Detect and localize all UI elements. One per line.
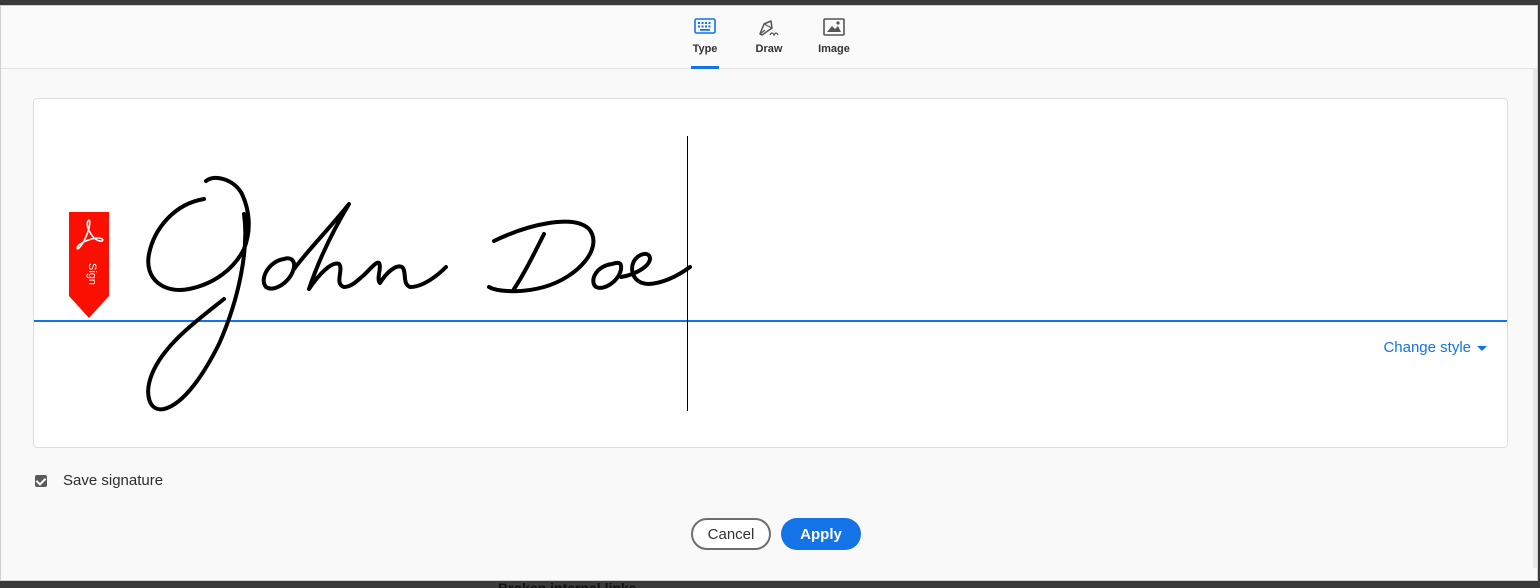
pen-icon <box>757 18 781 43</box>
change-style-label: Change style <box>1383 339 1471 356</box>
tab-type[interactable]: Type <box>691 6 719 69</box>
tab-image-label: Image <box>818 43 850 55</box>
apply-button[interactable]: Apply <box>781 518 861 550</box>
scrollbar[interactable] <box>1533 68 1537 568</box>
change-style-dropdown[interactable]: Change style <box>1383 339 1487 356</box>
save-signature-row[interactable]: Save signature <box>35 472 163 489</box>
signature-mode-tabs: Type Draw Image <box>1 6 1537 69</box>
save-signature-label: Save signature <box>63 472 164 489</box>
tab-image[interactable]: Image <box>815 6 853 68</box>
text-cursor <box>687 136 688 411</box>
background-text-peek: Broken internal links <box>498 580 637 588</box>
image-icon <box>823 18 845 41</box>
signature-input-area[interactable]: Sign Change style <box>33 98 1508 448</box>
signature-preview <box>134 169 704 424</box>
tab-draw-label: Draw <box>755 43 783 55</box>
cancel-button[interactable]: Cancel <box>691 518 771 550</box>
keyboard-icon <box>694 18 716 39</box>
caret-down-icon <box>1477 346 1487 351</box>
tab-type-label: Type <box>692 43 718 55</box>
sign-tag-label: Sign <box>86 263 98 285</box>
tab-draw[interactable]: Draw <box>753 6 785 68</box>
signature-dialog: Type Draw Image Sign Change style Save s… <box>0 5 1538 581</box>
sign-here-tag: Sign <box>69 212 109 323</box>
active-tab-indicator <box>691 66 719 69</box>
save-signature-checkbox[interactable] <box>35 474 47 487</box>
